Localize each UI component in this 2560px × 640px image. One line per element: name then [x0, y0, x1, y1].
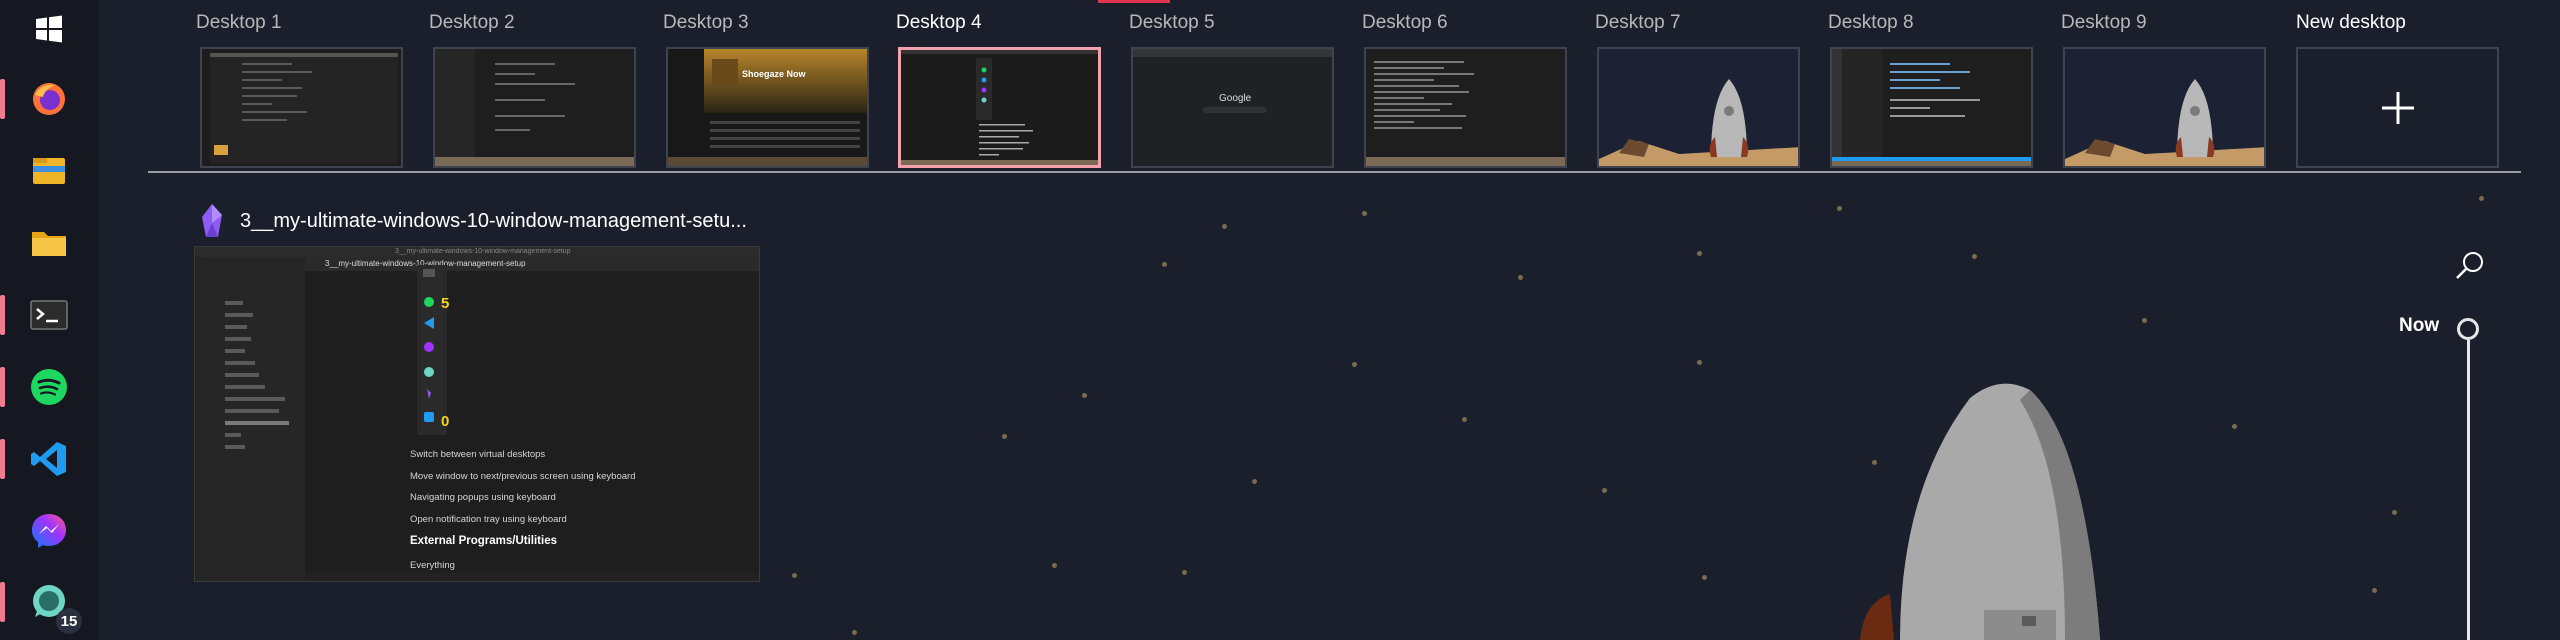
thumb-line-2: Move window to next/previous screen usin… [410, 471, 636, 482]
obsidian-icon [202, 204, 222, 237]
desktop-8-thumbnail[interactable] [1830, 47, 2033, 168]
taskbar-vscode[interactable] [0, 427, 98, 491]
desktop-6-label[interactable]: Desktop 6 [1362, 12, 1448, 34]
running-indicator [0, 582, 5, 622]
desktop-3-thumbnail[interactable]: Shoegaze Now [666, 47, 869, 168]
desktop-6-thumbnail[interactable] [1364, 47, 1567, 168]
desktop-thumbnail-preview: Google [1133, 49, 1332, 166]
thumb-line-1: Switch between virtual desktops [410, 449, 546, 460]
desktop-1-label[interactable]: Desktop 1 [196, 12, 282, 34]
messenger-icon [32, 514, 66, 548]
new-desktop-button[interactable] [2296, 47, 2499, 168]
thumb-ribbon [195, 257, 207, 581]
thumb-titlebar-text: 3__my-ultimate-windows-10-window-managem… [395, 248, 571, 255]
vscode-icon [31, 442, 66, 476]
new-desktop-label[interactable]: New desktop [2296, 12, 2406, 34]
desktop-3-thumb-text: Shoegaze Now [742, 69, 807, 79]
running-indicator [0, 79, 5, 119]
start-button[interactable] [0, 0, 98, 61]
desktop-9-label[interactable]: Desktop 9 [2061, 12, 2147, 34]
thumb-status-bar [305, 573, 759, 581]
desktop-thumbnail-preview [1366, 49, 1565, 166]
thumb-line-4: Open notification tray using keyboard [410, 514, 567, 525]
timeline-now-label: Now [2399, 315, 2440, 336]
plus-icon [2381, 91, 2414, 124]
thumb-badge-5: 5 [441, 295, 450, 312]
desktop-thumbnail-preview [2065, 49, 2264, 166]
thumb-line-3: Navigating popups using keyboard [410, 492, 556, 503]
desktop-5-thumbnail[interactable]: Google [1131, 47, 1334, 168]
running-indicator [0, 439, 5, 479]
terminal-icon [30, 300, 68, 330]
thumb-app-icons [423, 269, 435, 422]
firefox-icon [33, 83, 65, 115]
desktop-2-label[interactable]: Desktop 2 [429, 12, 515, 34]
running-indicator [0, 367, 5, 407]
desktop-9-thumbnail[interactable] [2063, 47, 2266, 168]
running-indicator [0, 295, 5, 335]
taskbar-folder[interactable] [0, 210, 98, 274]
thumb-file-explorer [207, 257, 305, 581]
desktop-1-thumbnail[interactable] [200, 47, 403, 168]
desktop-thumbnail-preview: Shoegaze Now [668, 49, 867, 166]
desktop-7-thumbnail[interactable] [1597, 47, 1800, 168]
file-explorer-icon [33, 158, 65, 184]
thumb-heading: External Programs/Utilities [410, 535, 557, 547]
notification-badge: 15 [56, 608, 82, 634]
taskbar-spotify[interactable] [0, 355, 98, 419]
window-thumbnail[interactable]: 3__my-ultimate-windows-10-window-managem… [194, 246, 760, 582]
rocket-wallpaper-art [1860, 383, 2100, 640]
desktop-7-label[interactable]: Desktop 7 [1595, 12, 1681, 34]
active-desktop-accent [1098, 0, 1170, 3]
desktops-divider [148, 171, 2521, 173]
taskbar-file-explorer[interactable] [0, 138, 98, 202]
taskbar-whatsapp[interactable]: 15 [0, 570, 98, 634]
taskbar-terminal[interactable] [0, 283, 98, 347]
timeline-handle[interactable] [2457, 318, 2479, 340]
taskbar: 15 [0, 0, 98, 640]
desktop-8-label[interactable]: Desktop 8 [1828, 12, 1914, 34]
folder-icon [32, 232, 66, 256]
desktop-thumbnail-preview [210, 53, 398, 163]
desktop-4-label[interactable]: Desktop 4 [896, 12, 982, 34]
desktop-2-thumbnail[interactable] [433, 47, 636, 168]
desktop-4-thumbnail[interactable] [898, 47, 1101, 168]
timeline-track[interactable] [2467, 340, 2470, 640]
desktop-5-label[interactable]: Desktop 5 [1129, 12, 1215, 34]
desktop-thumbnail-preview [1599, 49, 1798, 166]
taskbar-firefox[interactable] [0, 67, 98, 131]
desktop-thumbnail-preview [435, 49, 634, 166]
desktop-thumbnail-preview [901, 50, 1098, 165]
desktop-thumbnail-preview [1832, 49, 2031, 166]
desktop-3-label[interactable]: Desktop 3 [663, 12, 749, 34]
taskbar-messenger[interactable] [0, 499, 98, 563]
spotify-icon [31, 369, 67, 405]
search-icon[interactable] [2455, 250, 2485, 280]
thumb-badge-0: 0 [441, 413, 450, 430]
windows-logo-icon [36, 15, 62, 43]
window-title[interactable]: 3__my-ultimate-windows-10-window-managem… [240, 210, 747, 233]
thumb-last-line: Everything [410, 560, 455, 571]
desktop-5-thumb-text: Google [1219, 93, 1252, 104]
